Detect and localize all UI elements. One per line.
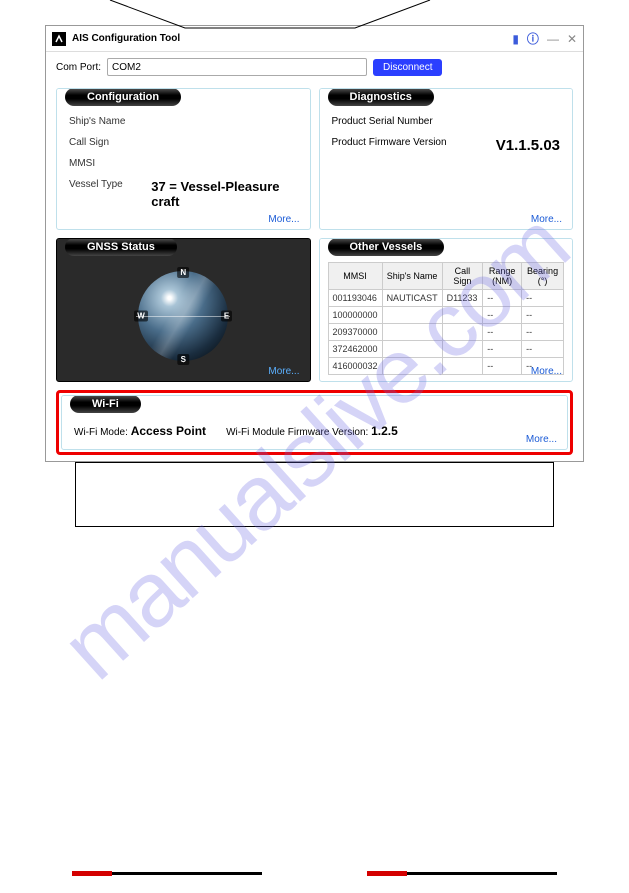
table-cell: -- [483, 324, 522, 341]
compass-e: E [221, 311, 232, 322]
table-cell: -- [522, 341, 564, 358]
table-row[interactable]: 100000000 ---- [328, 307, 564, 324]
table-cell: NAUTICAST [382, 290, 442, 307]
table-cell [382, 324, 442, 341]
bookmark-icon[interactable]: ▮ [512, 32, 519, 46]
table-cell: -- [483, 341, 522, 358]
table-header: Ship's Name [382, 263, 442, 290]
table-header: Range (NM) [483, 263, 522, 290]
table-row[interactable]: 416000032---- [328, 358, 564, 375]
window-title: AIS Configuration Tool [72, 33, 512, 44]
diagnostics-more-link[interactable]: More... [531, 214, 562, 225]
table-cell: 416000032 [328, 358, 382, 375]
table-row[interactable]: 209370000 ---- [328, 324, 564, 341]
call-sign-label: Call Sign [69, 137, 159, 148]
table-header: Bearing (°) [522, 263, 564, 290]
other-vessels-more-link[interactable]: More... [531, 366, 562, 377]
footer-bar-left [72, 872, 262, 875]
table-cell: D11233 [442, 290, 483, 307]
compass-n: N [177, 267, 189, 278]
table-cell: 100000000 [328, 307, 382, 324]
comport-row: Com Port: Disconnect [46, 52, 583, 82]
firmware-value: V1.1.5.03 [496, 137, 560, 154]
table-cell: -- [483, 290, 522, 307]
table-header: MMSI [328, 263, 382, 290]
diagnostics-panel: Diagnostics Product Serial Number Produc… [319, 88, 574, 230]
table-cell: -- [483, 358, 522, 375]
table-header: Call Sign [442, 263, 483, 290]
configuration-more-link[interactable]: More... [268, 214, 299, 225]
wifi-more-link[interactable]: More... [526, 434, 557, 445]
wifi-highlight-box: Wi-Fi Wi-Fi Mode: Access Point Wi-Fi Mod… [56, 390, 573, 455]
other-vessels-panel: Other Vessels MMSIShip's NameCall SignRa… [319, 238, 574, 382]
close-button[interactable]: ✕ [567, 32, 577, 46]
app-window: AIS Configuration Tool ▮ ⓘ — ✕ Com Port:… [45, 25, 584, 462]
wifi-mode-value: Access Point [131, 424, 206, 438]
callout-connector [0, 0, 540, 30]
wifi-fw-label: Wi-Fi Module Firmware Version: [226, 427, 368, 438]
table-row[interactable]: 001193046NAUTICASTD11233---- [328, 290, 564, 307]
table-cell [382, 307, 442, 324]
compass-s: S [178, 354, 189, 365]
compass-w: W [134, 311, 148, 322]
vessel-type-value: 37 = Vessel-Pleasure craft [151, 179, 297, 209]
gnss-heading: GNSS Status [65, 238, 177, 256]
table-cell [442, 358, 483, 375]
other-vessels-heading: Other Vessels [328, 238, 445, 256]
ships-name-label: Ship's Name [69, 116, 159, 127]
globe-icon [138, 271, 228, 361]
table-cell [442, 341, 483, 358]
wifi-fw-value: 1.2.5 [371, 424, 398, 438]
minimize-button[interactable]: — [547, 32, 559, 46]
app-icon [52, 32, 66, 46]
comport-input[interactable] [107, 58, 367, 76]
footer-bars [0, 872, 629, 875]
table-cell [382, 358, 442, 375]
info-icon[interactable]: ⓘ [527, 30, 539, 47]
table-cell: -- [522, 290, 564, 307]
window-controls: ▮ ⓘ — ✕ [512, 30, 577, 47]
configuration-heading: Configuration [65, 88, 181, 106]
vessel-type-label: Vessel Type [69, 179, 151, 209]
serial-label: Product Serial Number [332, 116, 433, 127]
gnss-panel: GNSS Status N S E W More... [56, 238, 311, 382]
configuration-panel: Configuration Ship's Name Call Sign MMSI… [56, 88, 311, 230]
table-cell: -- [483, 307, 522, 324]
table-cell [382, 341, 442, 358]
table-cell: -- [522, 324, 564, 341]
table-row[interactable]: 372462000 ---- [328, 341, 564, 358]
gnss-more-link[interactable]: More... [268, 366, 299, 377]
wifi-heading: Wi-Fi [70, 395, 141, 413]
callout-box [75, 462, 554, 527]
other-vessels-table: MMSIShip's NameCall SignRange (NM)Bearin… [328, 262, 565, 375]
mmsi-label: MMSI [69, 158, 159, 169]
table-cell [442, 307, 483, 324]
comport-label: Com Port: [56, 62, 101, 73]
firmware-label: Product Firmware Version [332, 137, 447, 154]
wifi-panel: Wi-Fi Wi-Fi Mode: Access Point Wi-Fi Mod… [61, 395, 568, 450]
diagnostics-heading: Diagnostics [328, 88, 434, 106]
disconnect-button[interactable]: Disconnect [373, 59, 442, 76]
table-cell: -- [522, 307, 564, 324]
table-cell [442, 324, 483, 341]
footer-bar-right [367, 872, 557, 875]
globe-compass: N S E W [138, 271, 228, 361]
table-cell: 001193046 [328, 290, 382, 307]
table-cell: 372462000 [328, 341, 382, 358]
wifi-mode-label: Wi-Fi Mode: [74, 427, 128, 438]
table-cell: 209370000 [328, 324, 382, 341]
